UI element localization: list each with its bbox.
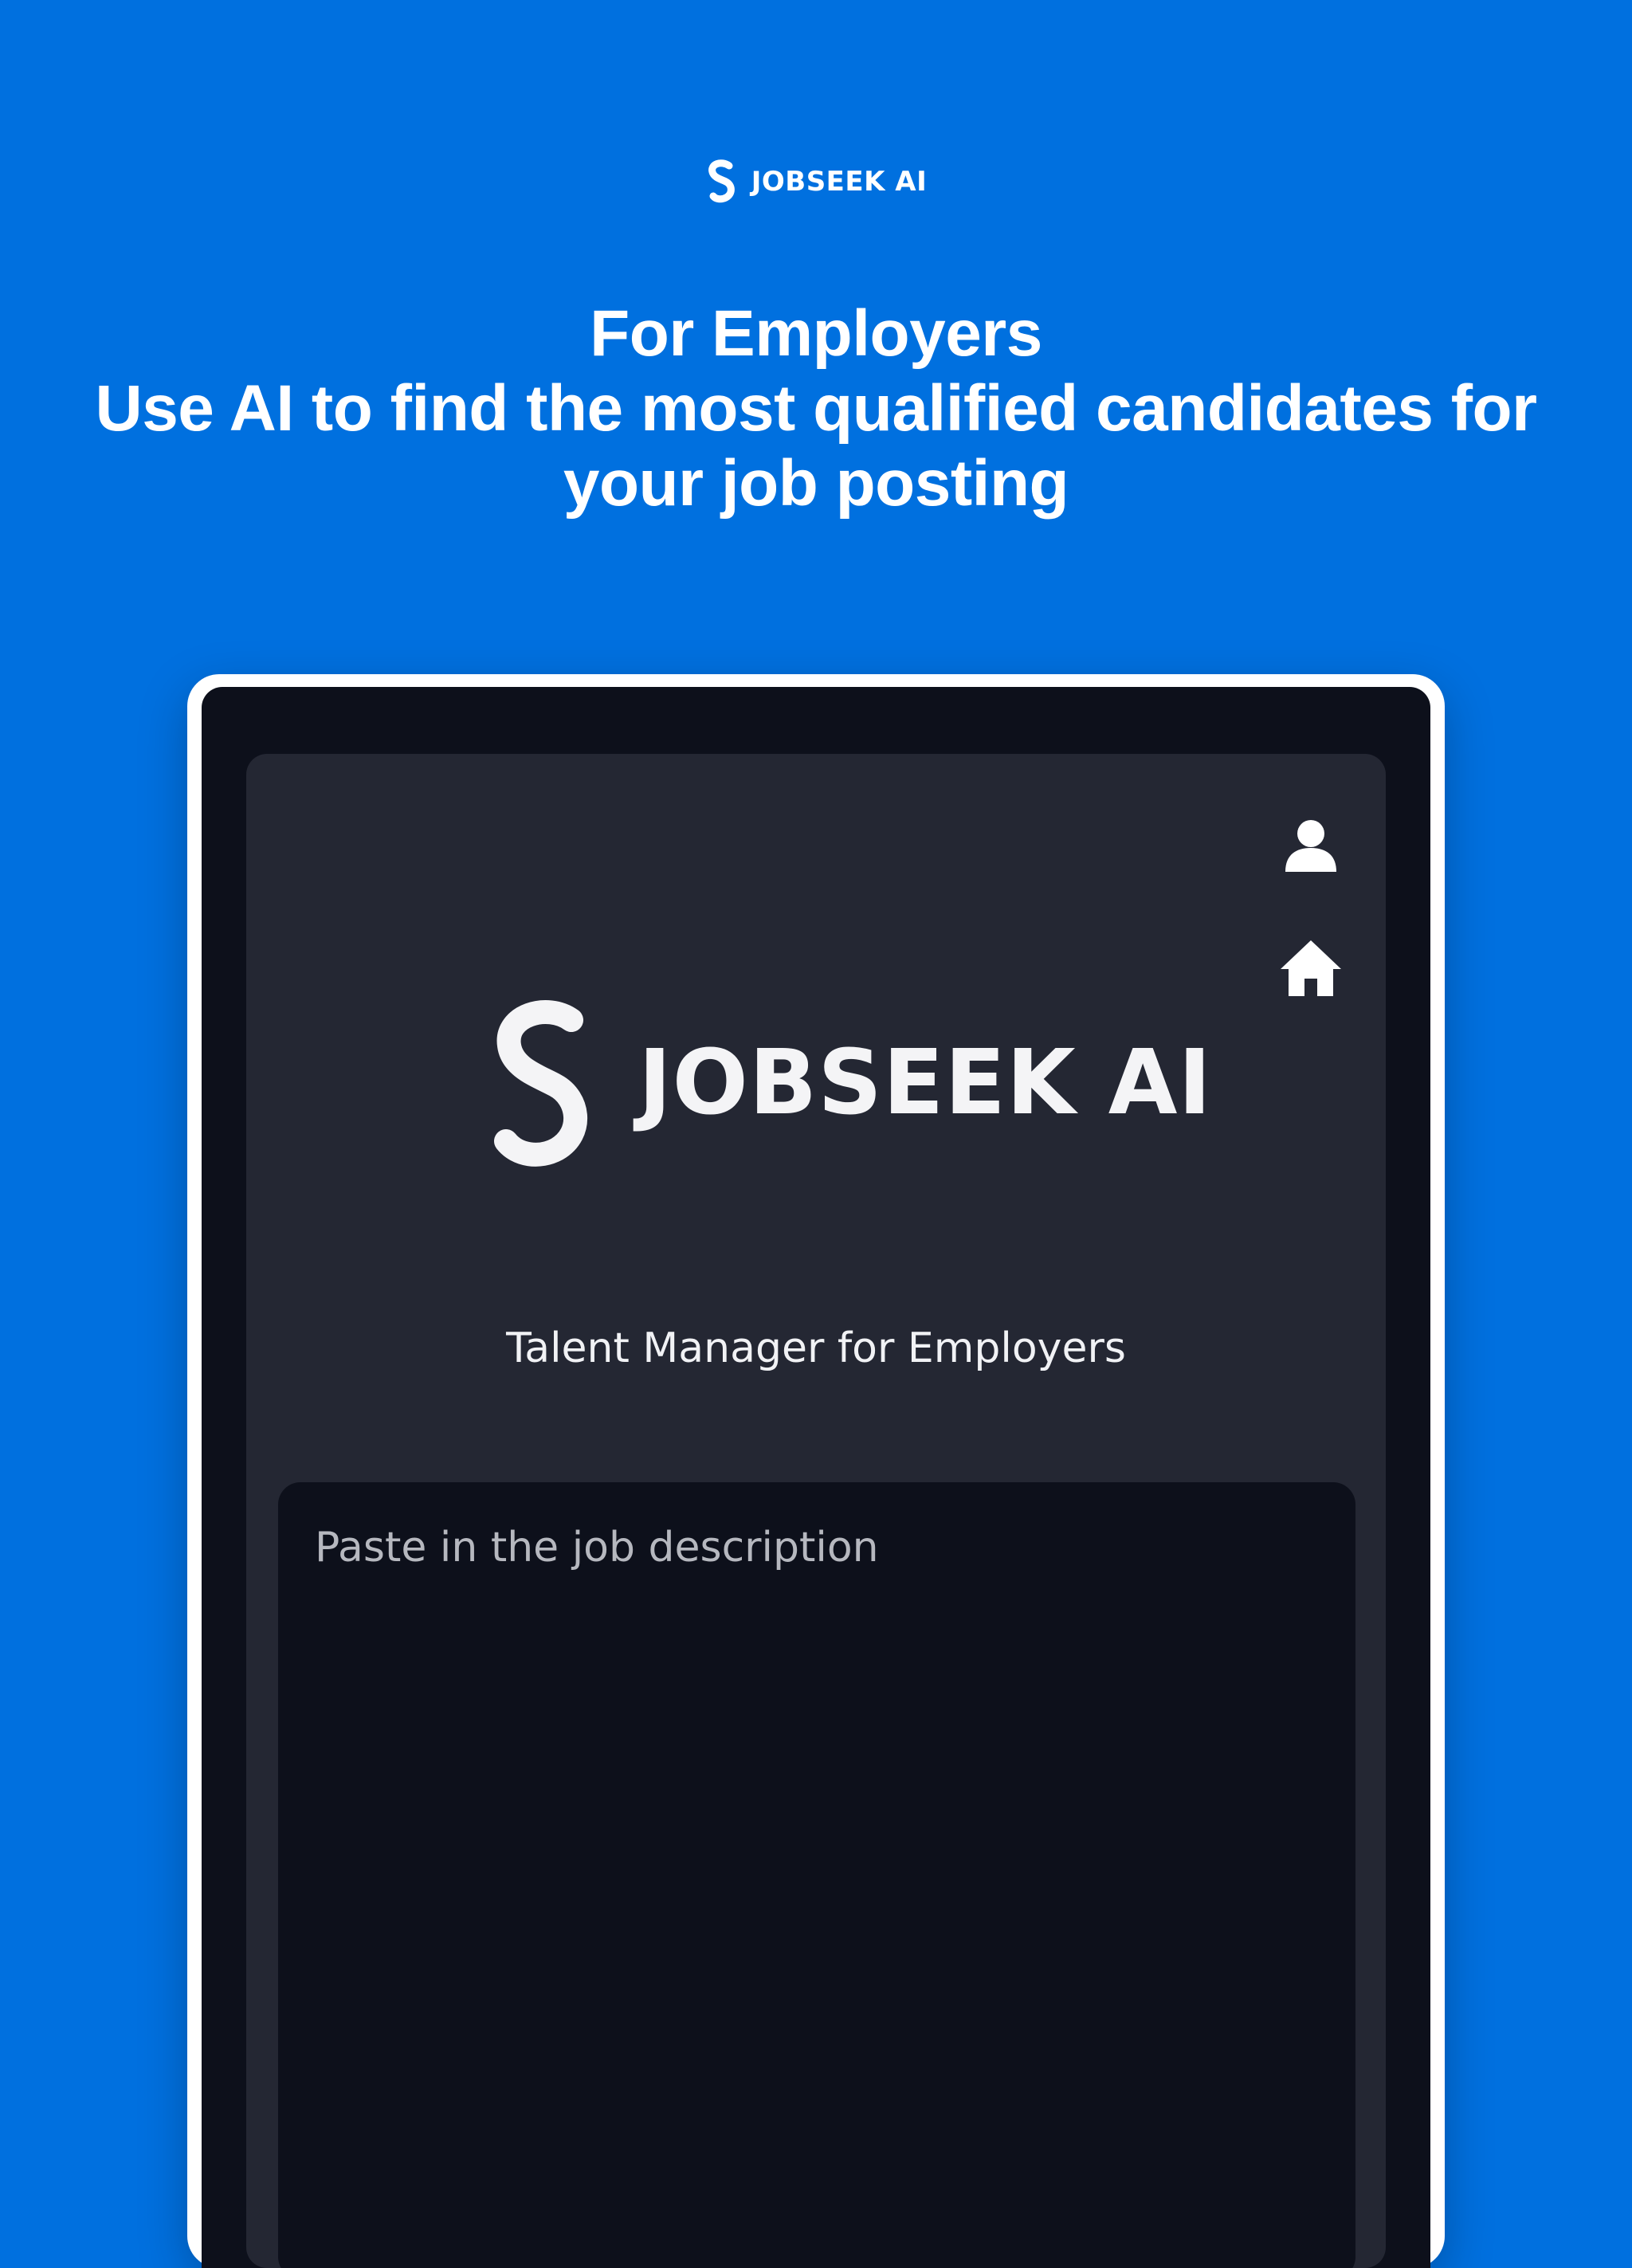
app-subtitle: Talent Manager for Employers — [506, 1324, 1126, 1372]
app-logo: JOBSEEK AI — [485, 999, 1212, 1167]
jobseek-logo-icon — [494, 1000, 588, 1167]
device-screen: JOBSEEK AI Talent Manager for Employers — [202, 687, 1430, 2268]
top-brand-logo: JOBSEEK AI — [0, 156, 1632, 207]
brand-name: JOBSEEK AI — [751, 166, 928, 198]
jobseek-logo-icon — [708, 159, 735, 203]
tablet-device-frame: JOBSEEK AI Talent Manager for Employers — [187, 674, 1445, 2268]
home-icon[interactable] — [1279, 939, 1343, 998]
headline-line-3: your job posting — [563, 447, 1069, 520]
app-card: JOBSEEK AI Talent Manager for Employers — [246, 754, 1386, 2268]
headline-line-2: Use AI to find the most qualified candid… — [95, 372, 1537, 445]
headline: For Employers Use AI to find the most qu… — [80, 296, 1552, 521]
app-logo-text: JOBSEEK AI — [638, 1031, 1213, 1135]
job-description-input[interactable] — [278, 1482, 1355, 2268]
headline-line-1: For Employers — [590, 297, 1042, 370]
person-icon[interactable] — [1282, 816, 1340, 873]
